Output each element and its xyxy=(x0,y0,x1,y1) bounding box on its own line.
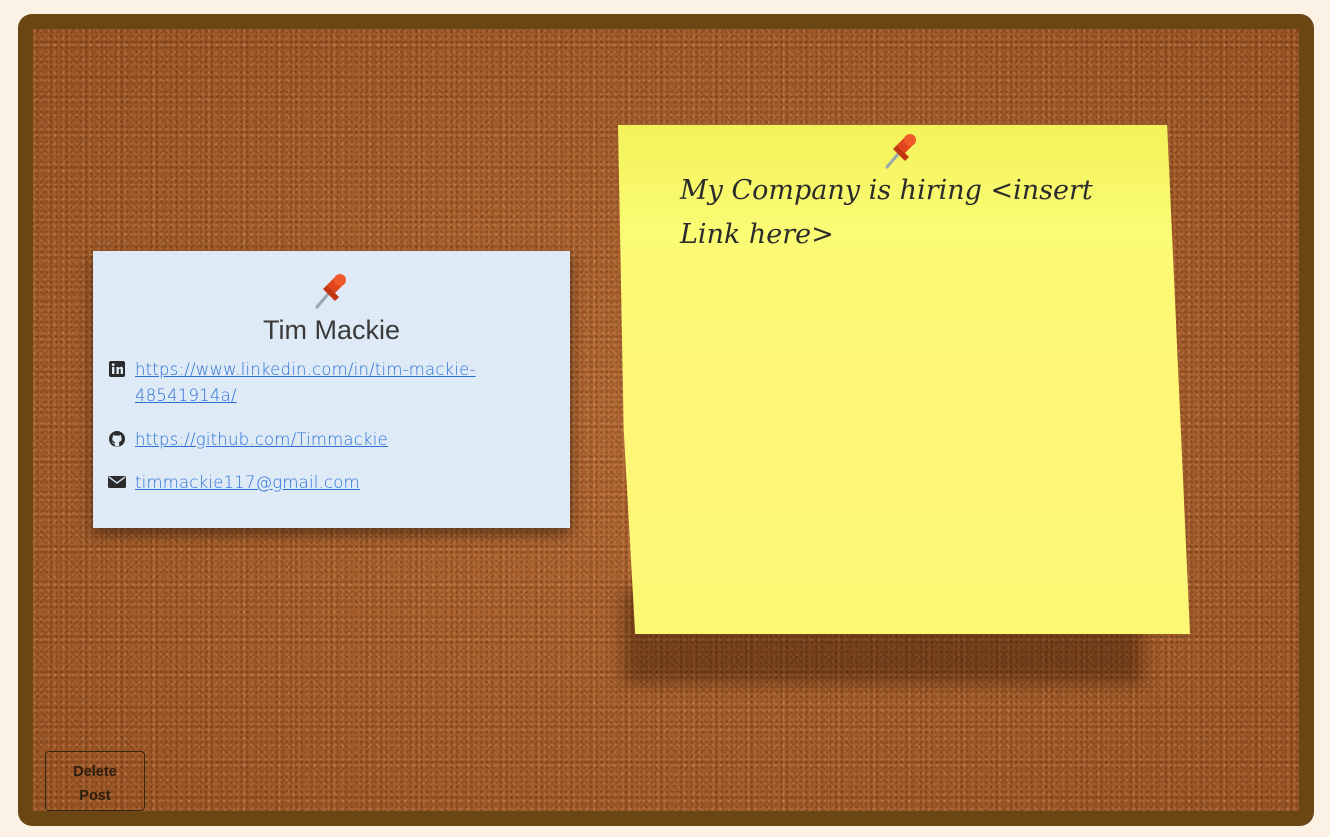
email-row: timmackie117@gmail.com xyxy=(108,470,360,496)
github-link[interactable]: https://github.com/Timmackie xyxy=(135,427,388,453)
delete-post-label-line2: Post xyxy=(79,788,111,804)
profile-name: Tim Mackie xyxy=(262,315,400,345)
linkedin-link-line1: https://www.linkedin.com/in/tim-mackie- xyxy=(135,360,476,379)
linkedin-row: https://www.linkedin.com/in/tim-mackie- 4… xyxy=(108,357,488,409)
envelope-icon xyxy=(108,476,126,488)
github-icon xyxy=(109,431,125,447)
profile-card: Tim Mackie https://www.linkedin.com/in/t… xyxy=(93,251,570,528)
sticky-note-text: My Company is hiring <insert Link here> xyxy=(680,169,1110,257)
delete-post-label-line1: Delete xyxy=(73,764,117,780)
pushpin-icon xyxy=(315,274,346,309)
delete-post-button[interactable]: Delete Post xyxy=(45,751,145,811)
pushpin-icon xyxy=(885,134,916,169)
sticky-note-line1: My Company is hiring <insert xyxy=(680,175,1093,206)
linkedin-link[interactable]: https://www.linkedin.com/in/tim-mackie- 4… xyxy=(135,357,476,409)
linkedin-icon xyxy=(109,361,125,377)
email-link[interactable]: timmackie117@gmail.com xyxy=(135,470,360,496)
corkboard: Tim Mackie https://www.linkedin.com/in/t… xyxy=(33,29,1299,811)
linkedin-link-line2: 48541914a/ xyxy=(135,386,237,405)
sticky-note: My Company is hiring <insert Link here> xyxy=(618,125,1190,634)
github-row: https://github.com/Timmackie xyxy=(108,427,388,453)
sticky-note-line2: Link here> xyxy=(680,219,834,250)
